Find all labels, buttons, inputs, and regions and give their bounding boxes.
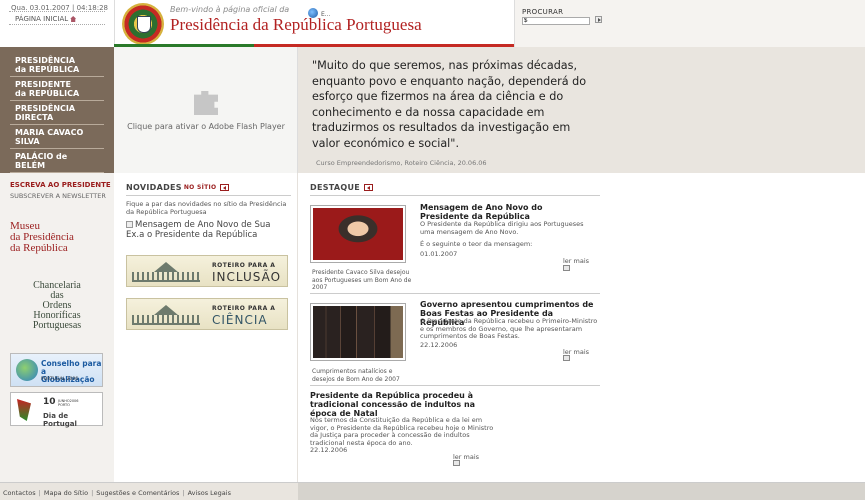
flash-activate-text: Clique para ativar o Adobe Flash Player xyxy=(127,122,285,131)
top-bar: Qua. 03.01.2007 | 04:18:28 PÁGINA INICIA… xyxy=(0,0,865,47)
read-more-arrow-icon[interactable] xyxy=(563,355,570,361)
divider xyxy=(310,195,600,196)
divider xyxy=(114,0,115,47)
chancelaria-logo-link[interactable]: Chancelaria das Ordens Honoríficas Portu… xyxy=(10,281,104,331)
photo-caption: Presidente Cavaco Silva desejou aos Port… xyxy=(312,269,412,291)
write-president-link[interactable]: ESCREVA AO PRESIDENTE xyxy=(10,181,111,189)
destaque-column: DESTAQUE Presidente Cavaco Silva desejou… xyxy=(298,173,865,482)
nav-item-presidente-republica[interactable]: PRESIDENTE da REPÚBLICA xyxy=(10,77,104,101)
divider xyxy=(126,195,291,196)
news-body: Nos termos da Constituição da República … xyxy=(310,416,494,447)
globe-text: E... xyxy=(321,11,331,18)
search-area: PROCURAR xyxy=(514,0,865,47)
destaque-heading: DESTAQUE xyxy=(310,183,374,192)
news-date: 22.12.2006 xyxy=(420,341,458,349)
museum-logo-link[interactable]: Museu da Presidência da República xyxy=(10,221,104,254)
quote-panel: "Muito do que seremos, nas próximas déca… xyxy=(298,47,865,173)
dia-portugal-banner[interactable]: 10 JUNHO2006 PORTO Dia de Portugal xyxy=(10,392,103,428)
read-more-arrow-icon[interactable] xyxy=(453,460,460,466)
globe-icon[interactable] xyxy=(308,8,318,18)
rss-icon[interactable] xyxy=(364,184,374,191)
novidades-column: NOVIDADES NO SÍTIO Fique a par das novid… xyxy=(114,173,298,482)
photo-caption: Cumprimentos natalícios e desejos de Bom… xyxy=(312,368,400,383)
news-title[interactable]: Mensagem de Ano Novo do Presidente da Re… xyxy=(420,203,580,221)
nav-item-palacio-belem[interactable]: PALÁCIO de BELÉM xyxy=(10,149,104,173)
broken-image-icon xyxy=(126,221,133,228)
quote-text: "Muito do que seremos, nas próximas déca… xyxy=(312,59,587,150)
nav-item-presidencia-directa[interactable]: PRESIDÊNCIA DIRECTA xyxy=(10,101,104,125)
footer: Contactos | Mapa do Sítio | Sugestões e Co… xyxy=(0,482,865,500)
dia-portugal-logo-icon xyxy=(15,397,37,423)
footer-link-sugestoes[interactable]: Sugestões e Comentários xyxy=(96,489,179,497)
home-link[interactable]: PÁGINA INICIAL xyxy=(15,15,77,23)
search-label: PROCURAR xyxy=(522,8,564,16)
news-title[interactable]: Presidente da República procedeu à tradi… xyxy=(310,391,490,418)
read-more-arrow-icon[interactable] xyxy=(563,265,570,271)
palace-icon xyxy=(132,262,200,282)
divider xyxy=(9,11,105,12)
read-more-link[interactable]: ler mais xyxy=(563,257,589,265)
footer-link-contactos[interactable]: Contactos xyxy=(3,489,36,497)
search-input[interactable] xyxy=(522,17,590,25)
footer-links: Contactos | Mapa do Sítio | Sugestões e Co… xyxy=(3,489,231,497)
novidades-intro: Fique a par das novidades no sítio da Pr… xyxy=(126,200,287,216)
news-date: 22.12.2006 xyxy=(310,446,348,454)
globe-logo-icon xyxy=(16,359,38,381)
news-date: 01.01.2007 xyxy=(420,250,458,258)
news-body: É o seguinte o teor da mensagem: xyxy=(420,240,533,248)
flash-placeholder[interactable]: Clique para ativar o Adobe Flash Player xyxy=(114,47,298,173)
footer-link-avisos[interactable]: Avisos Legais xyxy=(188,489,231,497)
news-body: O Presidente da República dirigiu aos Po… xyxy=(420,220,584,236)
divider xyxy=(9,24,105,25)
left-sidebar: ESCREVA AO PRESIDENTE SUBSCREVER A NEWSL… xyxy=(0,173,114,482)
novidades-heading: NOVIDADES NO SÍTIO xyxy=(126,183,230,192)
footer-link-mapa[interactable]: Mapa do Sítio xyxy=(44,489,88,497)
divider xyxy=(310,293,600,294)
plugin-puzzle-icon xyxy=(194,91,218,115)
portugal-crest-logo[interactable] xyxy=(122,3,164,45)
quote-source: Curso Empreendedorismo, Roteiro Ciência,… xyxy=(316,159,487,167)
news-body: O Presidente da República recebeu o Prim… xyxy=(420,317,598,340)
newsletter-link[interactable]: SUBSCREVER A NEWSLETTER xyxy=(10,192,106,200)
roteiro-ciencia-banner[interactable]: ROTEIRO PARA A CIÊNCIA xyxy=(126,298,288,330)
rss-icon[interactable] xyxy=(220,184,230,191)
nav-item-presidencia-republica[interactable]: PRESIDÊNCIA da REPÚBLICA xyxy=(10,53,104,77)
search-go-button[interactable] xyxy=(595,16,602,23)
divider xyxy=(310,385,600,386)
palace-icon xyxy=(132,305,200,325)
news-photo[interactable] xyxy=(310,205,406,263)
nav-item-maria-cavaco-silva[interactable]: MARIA CAVACO SILVA xyxy=(10,125,104,149)
news-photo[interactable] xyxy=(310,303,406,361)
home-icon xyxy=(70,16,77,22)
novidades-image-link[interactable]: Mensagem de Ano Novo de Sua Ex.a o Presi… xyxy=(126,220,291,240)
globalizacao-banner[interactable]: Conselho para a Globalização PORTUGAL 20… xyxy=(10,353,103,387)
main-nav: PRESIDÊNCIA da REPÚBLICA PRESIDENTE da R… xyxy=(0,47,114,173)
roteiro-inclusao-banner[interactable]: ROTEIRO PARA A INCLUSÃO xyxy=(126,255,288,287)
home-label: PÁGINA INICIAL xyxy=(15,15,69,23)
site-title[interactable]: Presidência da República Portuguesa xyxy=(170,15,422,35)
welcome-text: Bem-vindo à página oficial da xyxy=(170,5,290,14)
